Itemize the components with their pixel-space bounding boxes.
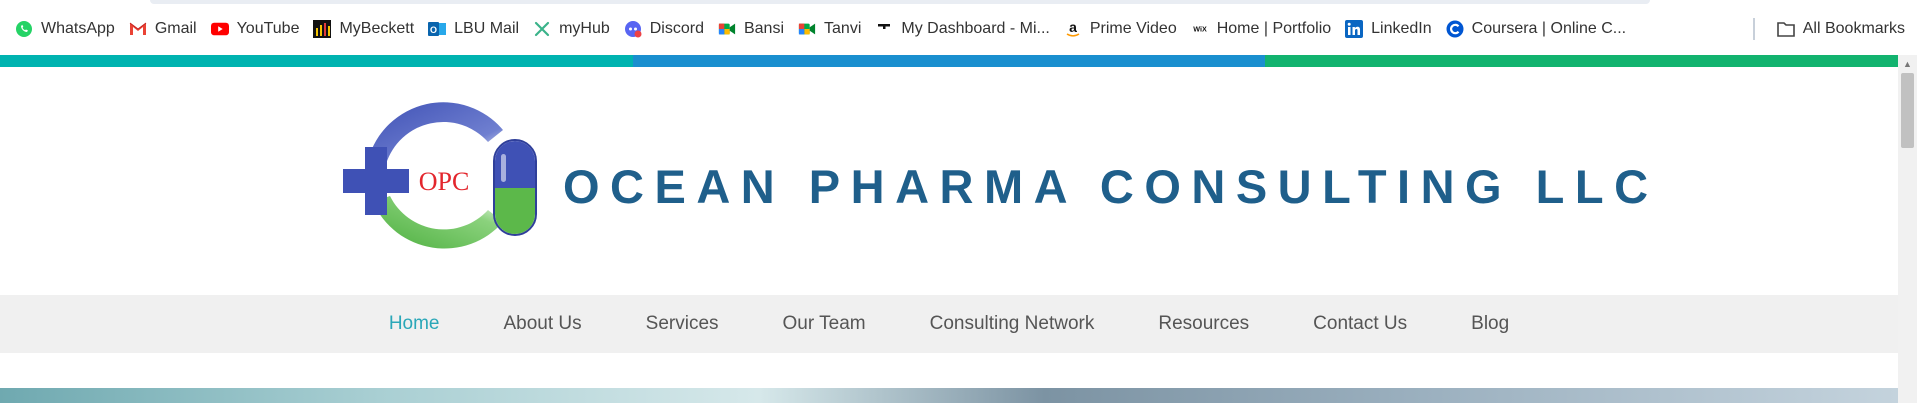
bookmark-coursera-online-c[interactable]: Coursera | Online C... <box>1439 17 1633 41</box>
linkedin-icon <box>1345 20 1364 38</box>
hero-image <box>0 388 1898 403</box>
gmail-icon <box>129 20 147 38</box>
scroll-up-arrow-icon[interactable]: ▲ <box>1898 55 1917 72</box>
google-meet-icon <box>798 20 816 38</box>
bookmark-youtube[interactable]: YouTube <box>204 17 307 41</box>
all-bookmarks-button[interactable]: All Bookmarks <box>1776 17 1905 41</box>
bookmark-label: Gmail <box>154 20 197 37</box>
bookmark-gmail[interactable]: Gmail <box>122 17 204 41</box>
discord-icon <box>624 20 642 38</box>
svg-text:a: a <box>1069 20 1077 35</box>
whatsapp-icon <box>15 20 33 38</box>
header: OPC OCEAN PHARMA CONSULTING LLC <box>0 67 1898 295</box>
stripe-segment <box>632 55 1266 67</box>
all-bookmarks-label: All Bookmarks <box>1802 20 1905 37</box>
nav-blog[interactable]: Blog <box>1471 313 1509 335</box>
stripe-segment <box>0 55 633 67</box>
bookmark-label: MyBeckett <box>339 20 415 37</box>
bookmark-myhub[interactable]: myHub <box>526 17 617 41</box>
bookmark-bansi[interactable]: Bansi <box>711 17 791 41</box>
mybeckett-icon <box>313 20 332 38</box>
bookmark-whatsapp[interactable]: WhatsApp <box>8 17 122 41</box>
web-page: OPC OCEAN PHARMA CONSULTING LLC Home Abou… <box>0 55 1899 403</box>
amazon-icon: a <box>1064 20 1082 38</box>
bookmark-prime-video[interactable]: a Prime Video <box>1057 17 1184 41</box>
bookmark-label: YouTube <box>236 20 300 37</box>
bookmark-label: Home | Portfolio <box>1216 20 1332 37</box>
stripe-segment <box>1265 55 1899 67</box>
wix-icon: WiX <box>1191 20 1209 38</box>
nav-consulting-network[interactable]: Consulting Network <box>930 313 1095 335</box>
opc-logo[interactable]: OPC <box>338 92 538 267</box>
bookmark-label: WhatsApp <box>41 20 115 37</box>
logo-text: OPC <box>419 167 470 196</box>
nav-services[interactable]: Services <box>646 313 719 335</box>
bookmark-discord[interactable]: Discord <box>617 17 711 41</box>
bookmark-label: LBU Mail <box>454 20 520 37</box>
bookmark-label: Coursera | Online C... <box>1471 20 1627 37</box>
bookmark-label: myHub <box>559 20 610 37</box>
outlook-icon: O <box>428 20 447 38</box>
google-meet-icon <box>718 20 736 38</box>
scrollbar-thumb[interactable] <box>1901 73 1914 148</box>
address-bar-edge <box>150 0 1650 4</box>
bookmark-label: My Dashboard - Mi... <box>901 20 1050 37</box>
bookmark-lbu-mail[interactable]: O LBU Mail <box>421 17 526 41</box>
svg-text:WiX: WiX <box>1193 25 1207 34</box>
main-navigation: Home About Us Services Our Team Consulting N… <box>0 295 1898 353</box>
vertical-scrollbar[interactable]: ▲ <box>1898 55 1917 403</box>
bookmark-tanvi[interactable]: Tanvi <box>791 17 868 41</box>
bookmark-label: Prime Video <box>1089 20 1177 37</box>
bookmark-linkedin[interactable]: LinkedIn <box>1338 17 1439 41</box>
nav-about-us[interactable]: About Us <box>504 313 582 335</box>
bookmarks-bar: WhatsApp Gmail YouTube MyBeckett O LBU Mail my… <box>0 0 1917 55</box>
youtube-icon <box>210 20 229 38</box>
myhub-icon <box>533 20 551 38</box>
svg-text:O: O <box>430 25 437 35</box>
bookmark-list: WhatsApp Gmail YouTube MyBeckett O LBU Mail my… <box>8 17 1633 41</box>
dashboard-icon <box>875 20 893 38</box>
coursera-icon <box>1446 20 1464 38</box>
nav-our-team[interactable]: Our Team <box>783 313 866 335</box>
nav-resources[interactable]: Resources <box>1158 313 1249 335</box>
bookmark-my-dashboard-mi[interactable]: My Dashboard - Mi... <box>868 17 1056 41</box>
bookmark-label: Tanvi <box>824 20 862 37</box>
bookmark-label: Bansi <box>743 20 785 37</box>
nav-contact-us[interactable]: Contact Us <box>1313 313 1407 335</box>
company-name: OCEAN PHARMA CONSULTING LLC <box>563 160 1659 213</box>
bookmark-label: LinkedIn <box>1371 20 1432 37</box>
folder-icon <box>1776 20 1795 38</box>
bookmark-label: Discord <box>649 20 704 37</box>
nav-home[interactable]: Home <box>389 313 440 335</box>
bookmark-home-portfolio[interactable]: WiX Home | Portfolio <box>1184 17 1338 41</box>
bookmarks-separator <box>1753 18 1755 40</box>
top-color-stripe <box>0 55 1899 67</box>
bookmark-mybeckett[interactable]: MyBeckett <box>306 17 421 41</box>
